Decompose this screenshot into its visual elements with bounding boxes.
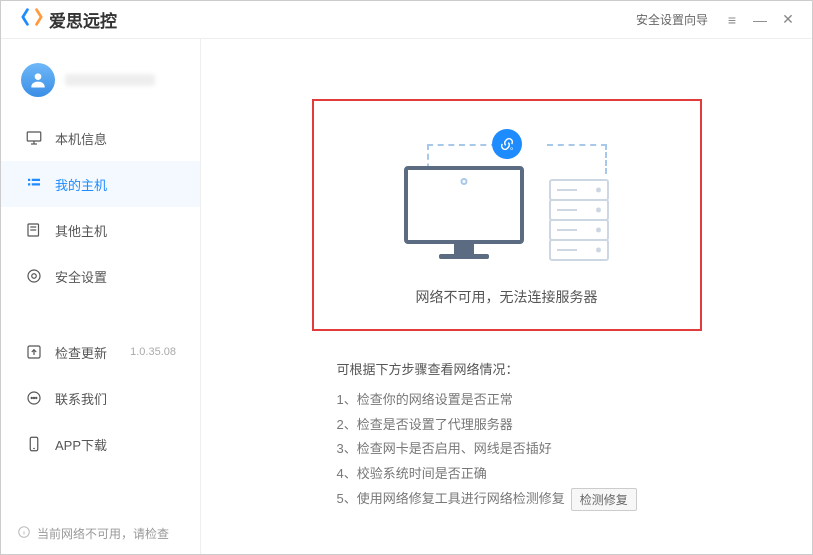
network-status-text: 当前网络不可用，请检查 <box>37 525 169 542</box>
sidebar-item-label: 联系我们 <box>55 389 107 408</box>
app-logo: 爱思远控 <box>21 6 117 33</box>
error-panel: 网络不可用，无法连接服务器 <box>312 99 702 331</box>
avatar <box>21 63 55 97</box>
phone-icon <box>25 435 43 453</box>
step-item: 5、使用网络修复工具进行网络检测修复 检测修复 <box>337 487 677 512</box>
network-error-illustration <box>387 129 627 259</box>
server-graphic <box>549 179 609 259</box>
sidebar-item-label: 安全设置 <box>55 267 107 286</box>
menu-icon: ≡ <box>728 12 736 28</box>
close-button[interactable]: ✕ <box>774 6 802 34</box>
close-icon: ✕ <box>782 11 794 28</box>
step-item: 4、校验系统时间是否正确 <box>337 462 677 487</box>
sidebar-item-label: 我的主机 <box>55 175 107 194</box>
sidebar-item-other-hosts[interactable]: 其他主机 <box>1 207 200 253</box>
security-wizard-link[interactable]: 安全设置向导 <box>636 11 708 28</box>
sidebar: 本机信息 我的主机 其他主机 安全设置 检 <box>1 39 201 554</box>
steps-title: 可根据下方步骤查看网络情况： <box>337 359 677 378</box>
upload-icon <box>25 343 43 361</box>
info-icon <box>17 525 31 542</box>
app-window: 爱思远控 安全设置向导 ≡ — ✕ 本机信息 <box>0 0 813 555</box>
sidebar-item-label: 本机信息 <box>55 129 107 148</box>
sidebar-item-label: 检查更新 <box>55 343 107 362</box>
minimize-icon: — <box>753 12 767 28</box>
nav-main: 本机信息 我的主机 其他主机 安全设置 <box>1 115 200 299</box>
monitor-icon <box>25 129 43 147</box>
monitor-graphic <box>404 166 524 259</box>
repair-button[interactable]: 检测修复 <box>571 488 637 511</box>
version-text: 1.0.35.08 <box>130 346 176 358</box>
hosts-icon <box>25 221 43 239</box>
app-name: 爱思远控 <box>49 7 117 32</box>
logo-icon <box>21 6 43 33</box>
gear-icon <box>25 267 43 285</box>
minimize-button[interactable]: — <box>746 6 774 34</box>
step-item: 1、检查你的网络设置是否正常 <box>337 388 677 413</box>
sidebar-item-local-info[interactable]: 本机信息 <box>1 115 200 161</box>
step-item: 2、检查是否设置了代理服务器 <box>337 413 677 438</box>
menu-button[interactable]: ≡ <box>718 6 746 34</box>
app-body: 本机信息 我的主机 其他主机 安全设置 检 <box>1 39 812 554</box>
broken-link-icon <box>492 129 522 159</box>
user-name <box>65 74 155 86</box>
sidebar-item-my-hosts[interactable]: 我的主机 <box>1 161 200 207</box>
titlebar: 爱思远控 安全设置向导 ≡ — ✕ <box>1 1 812 39</box>
user-section[interactable] <box>1 53 200 115</box>
error-message: 网络不可用，无法连接服务器 <box>416 287 598 307</box>
sidebar-item-check-update[interactable]: 检查更新 1.0.35.08 <box>1 329 200 375</box>
sidebar-item-label: 其他主机 <box>55 221 107 240</box>
troubleshoot-steps: 可根据下方步骤查看网络情况： 1、检查你的网络设置是否正常 2、检查是否设置了代… <box>337 359 677 511</box>
sidebar-item-security[interactable]: 安全设置 <box>1 253 200 299</box>
step-text: 5、使用网络修复工具进行网络检测修复 <box>337 487 565 512</box>
step-item: 3、检查网卡是否启用、网线是否插好 <box>337 437 677 462</box>
chat-icon <box>25 389 43 407</box>
sidebar-footer: 当前网络不可用，请检查 <box>1 513 200 554</box>
sidebar-item-contact[interactable]: 联系我们 <box>1 375 200 421</box>
sidebar-item-app-download[interactable]: APP下载 <box>1 421 200 467</box>
grid-icon <box>25 175 43 193</box>
main-content: 网络不可用，无法连接服务器 可根据下方步骤查看网络情况： 1、检查你的网络设置是… <box>201 39 812 554</box>
nav-secondary: 检查更新 1.0.35.08 联系我们 APP下载 <box>1 329 200 467</box>
sidebar-item-label: APP下载 <box>55 435 107 454</box>
